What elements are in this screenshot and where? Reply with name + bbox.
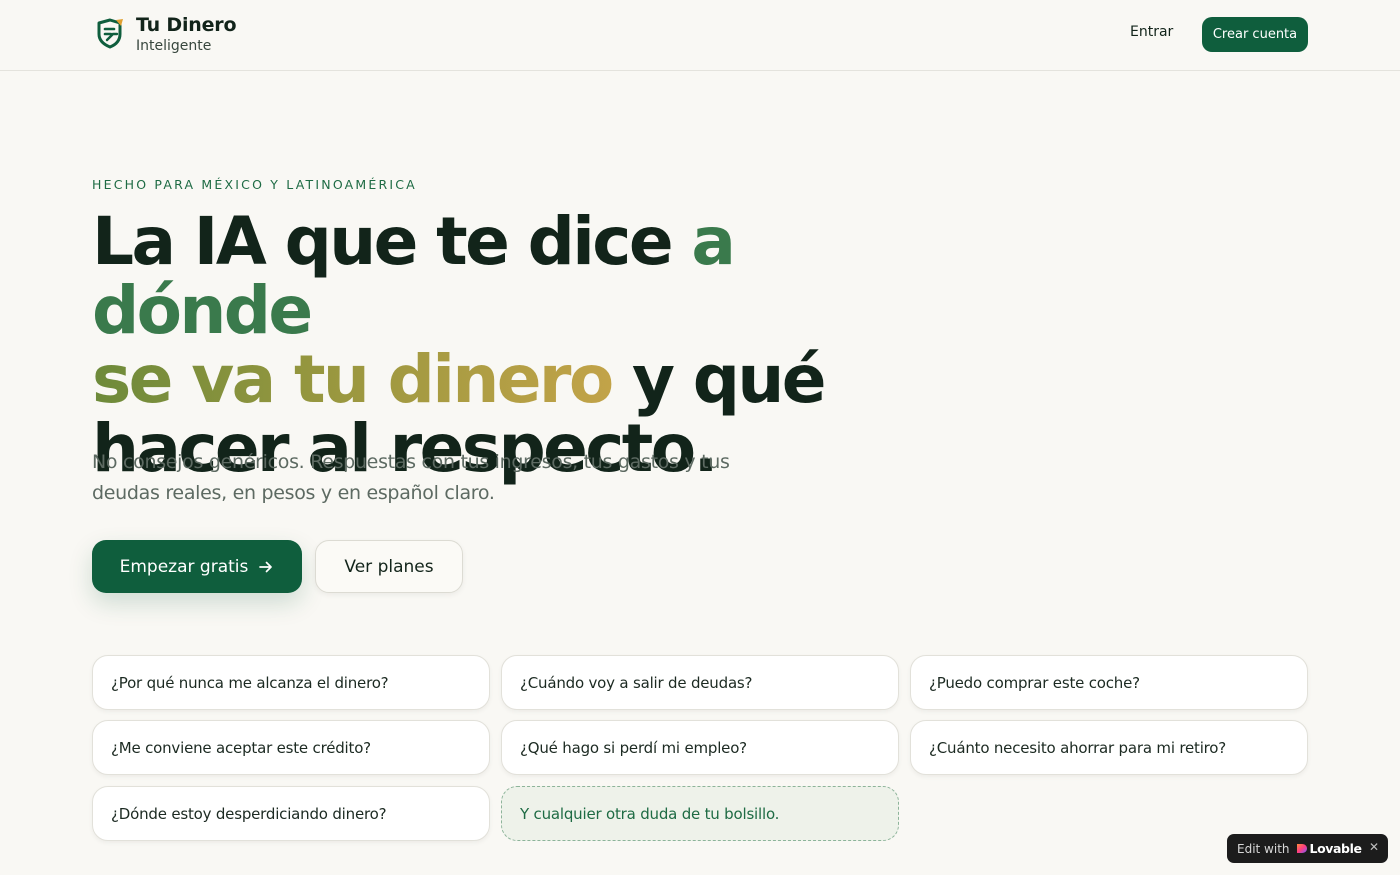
question-chip[interactable]: ¿Puedo comprar este coche? bbox=[910, 655, 1308, 710]
shield-logo-icon[interactable] bbox=[96, 17, 124, 49]
headline-part-1: La IA que te dice bbox=[92, 203, 692, 280]
top-nav: Tu Dinero Inteligente Entrar Crear cuent… bbox=[0, 0, 1400, 71]
hero-headline: La IA que te dice a dónde se va tu diner… bbox=[92, 207, 972, 483]
login-button[interactable]: Entrar bbox=[1130, 24, 1173, 40]
edit-with-lovable-badge[interactable]: Edit with Lovable ✕ bbox=[1227, 834, 1388, 863]
brand-name[interactable]: Tu Dinero bbox=[136, 14, 237, 36]
hero-subtitle: No consejos genéricos. Respuestas con tu… bbox=[92, 451, 730, 504]
question-chip[interactable]: ¿Cuánto necesito ahorrar para mi retiro? bbox=[910, 720, 1308, 775]
question-chip[interactable]: ¿Qué hago si perdí mi empleo? bbox=[501, 720, 899, 775]
close-icon[interactable]: ✕ bbox=[1369, 840, 1379, 854]
hero-eyebrow: HECHO PARA MÉXICO Y LATINOAMÉRICA bbox=[92, 177, 417, 192]
lovable-heart-icon bbox=[1296, 844, 1307, 853]
question-chip[interactable]: ¿Cuándo voy a salir de deudas? bbox=[501, 655, 899, 710]
question-chip[interactable]: ¿Me conviene aceptar este crédito? bbox=[92, 720, 490, 775]
arrow-right-icon bbox=[259, 561, 273, 572]
question-chip[interactable]: ¿Por qué nunca me alcanza el dinero? bbox=[92, 655, 490, 710]
start-free-label: Empezar gratis bbox=[119, 556, 249, 577]
other-question-chip[interactable]: Y cualquier otra duda de tu bolsillo. bbox=[501, 786, 899, 841]
badge-prefix: Edit with bbox=[1237, 841, 1290, 856]
brand-tagline: Inteligente bbox=[136, 38, 212, 54]
headline-highlight-gold: se va tu dinero bbox=[92, 341, 614, 418]
headline-part-4: y qué bbox=[611, 341, 827, 418]
question-chip[interactable]: ¿Dónde estoy desperdiciando dinero? bbox=[92, 786, 490, 841]
badge-brand: Lovable bbox=[1309, 841, 1362, 856]
create-account-button[interactable]: Crear cuenta bbox=[1202, 17, 1308, 52]
start-free-button[interactable]: Empezar gratis bbox=[92, 540, 302, 593]
view-plans-button[interactable]: Ver planes bbox=[315, 540, 463, 593]
